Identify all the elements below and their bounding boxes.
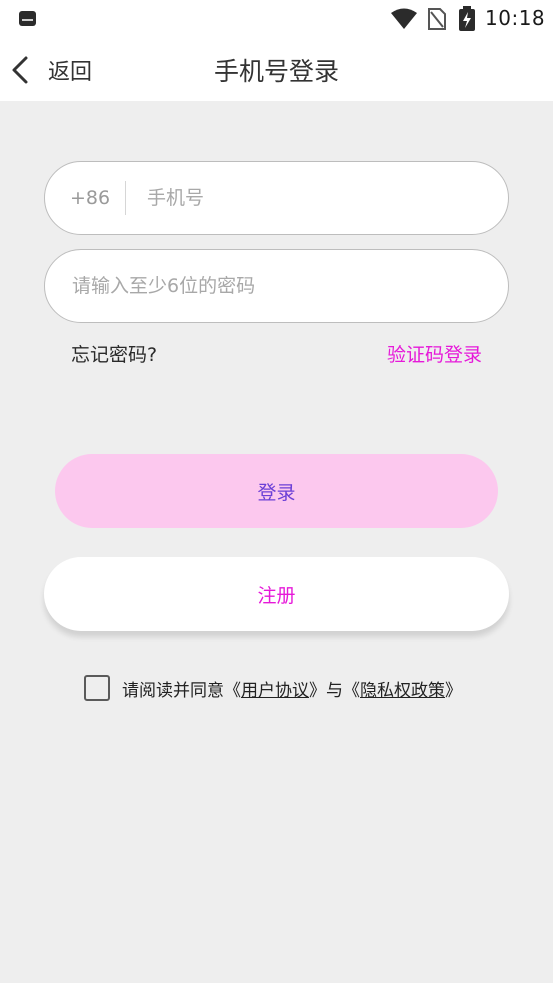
password-input[interactable] [72, 250, 472, 322]
privacy-policy-link[interactable]: 隐私权政策 [360, 676, 445, 701]
app-notification-icon [19, 11, 36, 26]
phone-input[interactable] [147, 162, 477, 234]
header: 返回 手机号登录 [0, 38, 553, 101]
agreement-middle: 》与《 [309, 680, 360, 701]
login-button[interactable]: 登录 [55, 454, 498, 528]
register-button[interactable]: 注册 [44, 557, 509, 631]
agreement: 请阅读并同意《 用户协议 》与《 隐私权政策 》 [84, 674, 462, 702]
code-login-link[interactable]: 验证码登录 [387, 340, 482, 367]
password-field[interactable] [44, 249, 509, 323]
wifi-icon [391, 8, 417, 29]
field-divider [125, 181, 126, 215]
battery-charging-icon [459, 6, 475, 31]
login-screen: 10:18 返回 手机号登录 +86 忘记密码? 验证码登录 登录 注册 请阅读… [0, 0, 553, 983]
agree-checkbox[interactable] [84, 675, 110, 701]
status-time: 10:18 [485, 6, 546, 30]
status-bar: 10:18 [0, 0, 553, 38]
user-agreement-link[interactable]: 用户协议 [241, 676, 309, 701]
no-sim-icon [428, 8, 446, 30]
agreement-prefix: 请阅读并同意《 [122, 680, 241, 701]
phone-field[interactable]: +86 [44, 161, 509, 235]
forgot-password-link[interactable]: 忘记密码? [71, 340, 157, 367]
agreement-suffix: 》 [445, 680, 462, 701]
country-code[interactable]: +86 [45, 187, 125, 209]
page-title: 手机号登录 [213, 57, 339, 86]
